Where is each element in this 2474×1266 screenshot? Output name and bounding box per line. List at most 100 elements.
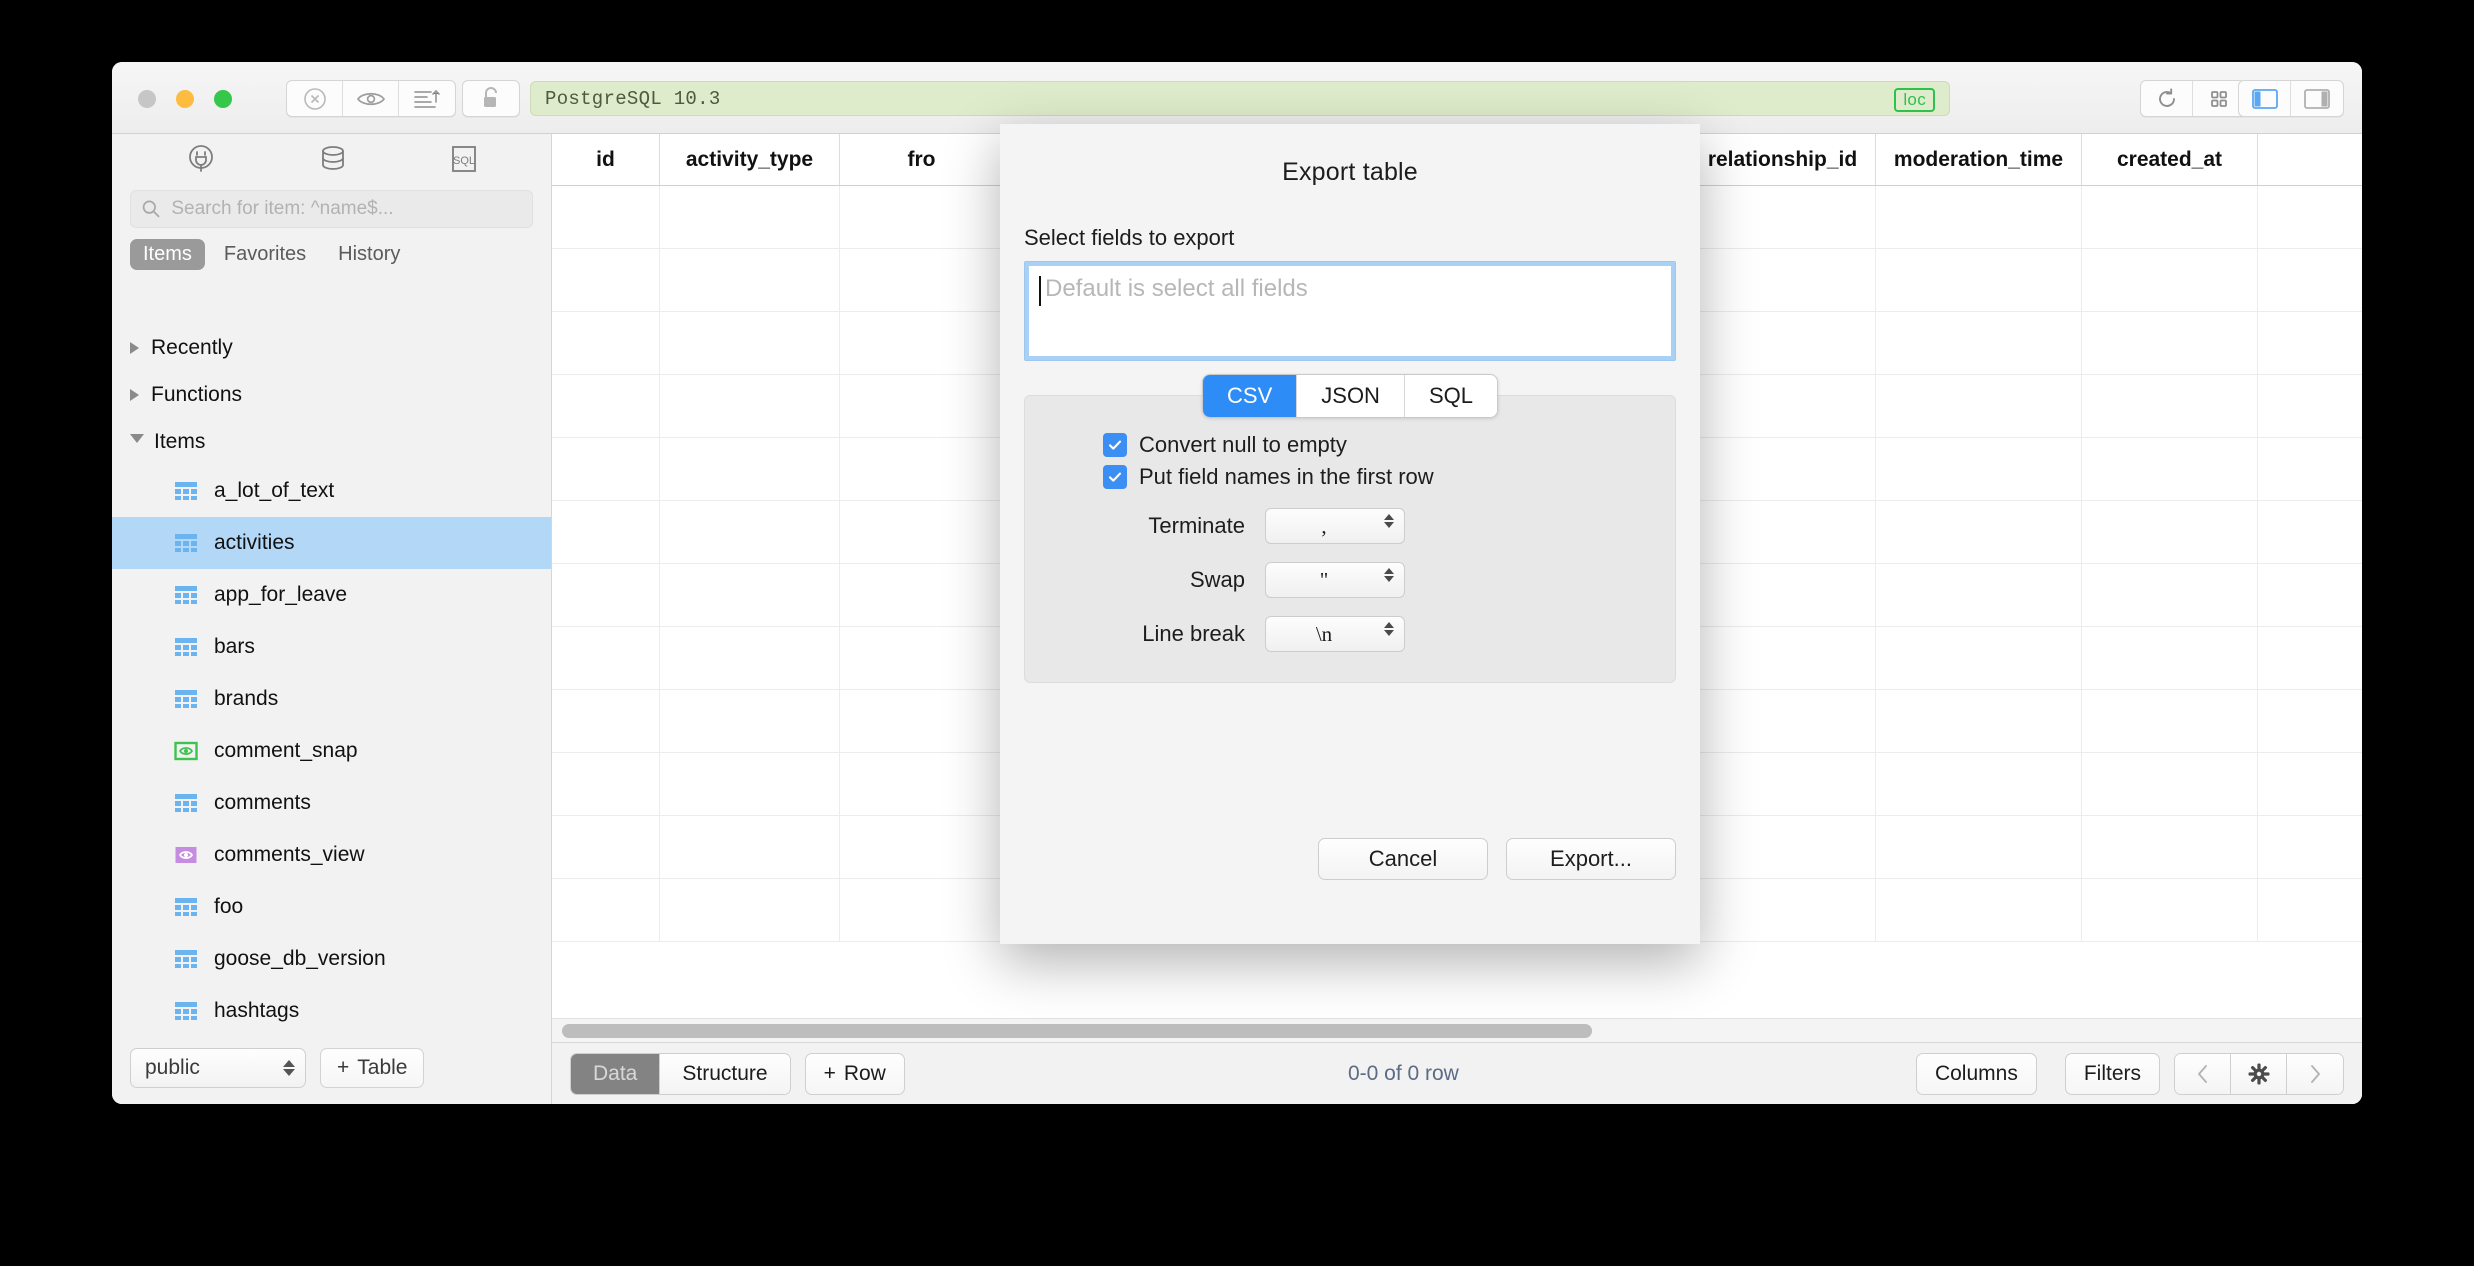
table-cell[interactable] <box>1690 312 1876 374</box>
table-cell[interactable] <box>840 564 1004 626</box>
table-cell[interactable] <box>840 879 1004 941</box>
table-cell[interactable] <box>1690 753 1876 815</box>
table-cell[interactable] <box>2082 627 2258 689</box>
sidebar-item-foo[interactable]: foo <box>112 881 551 933</box>
table-cell[interactable] <box>1690 375 1876 437</box>
add-table-button[interactable]: + Table <box>320 1048 425 1088</box>
table-cell[interactable] <box>660 438 840 500</box>
table-cell[interactable] <box>2082 879 2258 941</box>
tab-data[interactable]: Data <box>571 1053 661 1094</box>
table-cell[interactable] <box>552 816 660 878</box>
table-cell[interactable] <box>1690 249 1876 311</box>
refresh-button[interactable] <box>2141 81 2193 116</box>
table-cell[interactable] <box>1876 249 2082 311</box>
table-cell[interactable] <box>2082 249 2258 311</box>
export-button[interactable]: Export... <box>1506 838 1676 880</box>
table-cell[interactable] <box>552 312 660 374</box>
table-cell[interactable] <box>840 186 1004 248</box>
table-cell[interactable] <box>1690 564 1876 626</box>
search-input[interactable] <box>169 197 522 221</box>
table-cell[interactable] <box>1876 879 2082 941</box>
table-cell[interactable] <box>1690 816 1876 878</box>
sidebar-search[interactable] <box>130 190 533 228</box>
table-cell[interactable] <box>1876 186 2082 248</box>
table-cell[interactable] <box>1876 438 2082 500</box>
table-cell[interactable] <box>840 627 1004 689</box>
table-cell[interactable] <box>1690 627 1876 689</box>
tree-group-functions[interactable]: Functions <box>112 371 551 418</box>
table-cell[interactable] <box>660 816 840 878</box>
checkbox-checked-icon[interactable] <box>1103 433 1127 457</box>
sort-button[interactable] <box>399 81 455 116</box>
column-header-created-at[interactable]: created_at <box>2082 134 2258 185</box>
sidebar-item-comments-view[interactable]: comments_view <box>112 829 551 881</box>
horizontal-scrollbar[interactable] <box>552 1018 2362 1042</box>
table-cell[interactable] <box>2082 753 2258 815</box>
table-cell[interactable] <box>660 564 840 626</box>
table-cell[interactable] <box>552 501 660 563</box>
table-cell[interactable] <box>1876 564 2082 626</box>
table-cell[interactable] <box>1876 816 2082 878</box>
preview-button[interactable] <box>343 81 399 116</box>
cancel-button[interactable]: Cancel <box>1318 838 1488 880</box>
sidebar-tab-favorites[interactable]: Favorites <box>211 239 319 270</box>
table-cell[interactable] <box>1876 690 2082 752</box>
table-cell[interactable] <box>552 249 660 311</box>
sidebar-item-bars[interactable]: bars <box>112 621 551 673</box>
lock-button[interactable] <box>462 80 520 117</box>
table-cell[interactable] <box>660 312 840 374</box>
tree-group-recently[interactable]: Recently <box>112 324 551 371</box>
table-cell[interactable] <box>1876 312 2082 374</box>
line-break-select[interactable]: \n <box>1265 616 1405 652</box>
table-cell[interactable] <box>1876 375 2082 437</box>
table-cell[interactable] <box>552 753 660 815</box>
table-cell[interactable] <box>660 375 840 437</box>
table-cell[interactable] <box>2082 312 2258 374</box>
connection-indicator[interactable]: PostgreSQL 10.3 loc <box>530 81 1950 116</box>
table-cell[interactable] <box>660 627 840 689</box>
add-row-button[interactable]: + Row <box>804 1052 905 1095</box>
table-cell[interactable] <box>552 879 660 941</box>
window-minimize-button[interactable] <box>176 90 194 108</box>
put-field-names-row[interactable]: Put field names in the first row <box>1103 464 1675 490</box>
sidebar-item-app-for-leave[interactable]: app_for_leave <box>112 569 551 621</box>
previous-page-button[interactable] <box>2175 1053 2231 1094</box>
horizontal-scrollbar-thumb[interactable] <box>562 1024 1592 1038</box>
table-cell[interactable] <box>840 375 1004 437</box>
fields-input[interactable]: Default is select all fields <box>1024 261 1676 361</box>
table-cell[interactable] <box>660 249 840 311</box>
column-header-fro[interactable]: fro <box>840 134 1004 185</box>
table-cell[interactable] <box>660 501 840 563</box>
table-cell[interactable] <box>1690 438 1876 500</box>
column-header-activity-type[interactable]: activity_type <box>660 134 840 185</box>
grid-settings-button[interactable] <box>2231 1053 2287 1094</box>
table-cell[interactable] <box>2082 438 2258 500</box>
column-header-moderation-time[interactable]: moderation_time <box>1876 134 2082 185</box>
table-cell[interactable] <box>840 816 1004 878</box>
table-cell[interactable] <box>552 186 660 248</box>
toggle-right-sidebar-button[interactable] <box>2291 81 2343 116</box>
next-page-button[interactable] <box>2287 1053 2343 1094</box>
table-cell[interactable] <box>1876 627 2082 689</box>
sidebar-item-goose-db-version[interactable]: goose_db_version <box>112 933 551 985</box>
table-cell[interactable] <box>840 312 1004 374</box>
table-cell[interactable] <box>2082 564 2258 626</box>
terminate-select[interactable]: , <box>1265 508 1405 544</box>
table-cell[interactable] <box>660 879 840 941</box>
table-cell[interactable] <box>840 501 1004 563</box>
table-cell[interactable] <box>2082 816 2258 878</box>
table-cell[interactable] <box>1876 753 2082 815</box>
tab-sql[interactable]: SQL <box>1404 375 1497 417</box>
sidebar-item-a-lot-of-text[interactable]: a_lot_of_text <box>112 465 551 517</box>
table-cell[interactable] <box>660 753 840 815</box>
column-header-id[interactable]: id <box>552 134 660 185</box>
table-cell[interactable] <box>840 690 1004 752</box>
sidebar-tab-items[interactable]: Items <box>130 239 205 270</box>
table-cell[interactable] <box>552 564 660 626</box>
table-cell[interactable] <box>552 690 660 752</box>
convert-null-to-empty-row[interactable]: Convert null to empty <box>1103 432 1675 458</box>
table-cell[interactable] <box>2082 690 2258 752</box>
sql-icon[interactable]: SQL <box>449 143 479 180</box>
plug-icon[interactable] <box>184 142 218 181</box>
checkbox-checked-icon[interactable] <box>1103 465 1127 489</box>
